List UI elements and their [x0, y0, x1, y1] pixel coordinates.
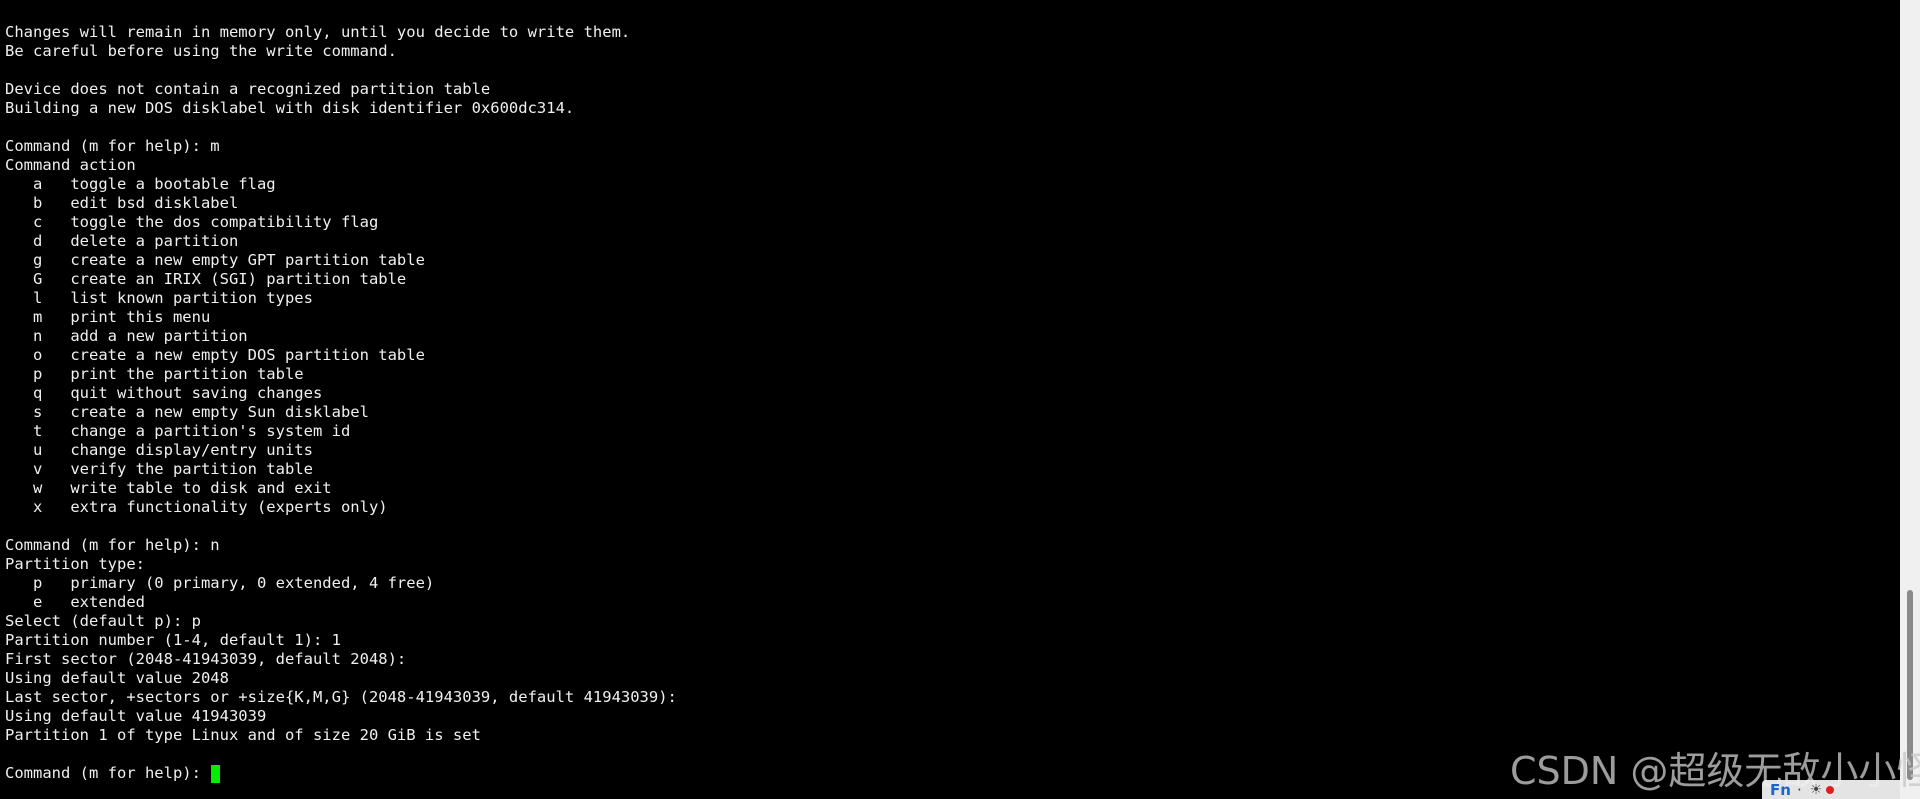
command-prompt: Command (m for help): [5, 764, 211, 782]
terminal-line: o create a new empty DOS partition table [5, 346, 425, 364]
terminal-line: w write table to disk and exit [5, 479, 332, 497]
terminal-line: n add a new partition [5, 327, 248, 345]
terminal-line: Last sector, +sectors or +size{K,M,G} (2… [5, 688, 677, 706]
terminal-window[interactable]: Changes will remain in memory only, unti… [0, 0, 1900, 799]
terminal-line: Using default value 41943039 [5, 707, 267, 725]
scrollbar-thumb[interactable] [1907, 590, 1913, 780]
command-prompt-line[interactable]: Command (m for help): [5, 764, 677, 783]
terminal-line: u change display/entry units [5, 441, 313, 459]
ime-separator: · [1796, 780, 1802, 799]
vertical-scrollbar[interactable] [1900, 0, 1920, 799]
terminal-line: l list known partition types [5, 289, 313, 307]
terminal-line: x extra functionality (experts only) [5, 498, 388, 516]
terminal-line: e extended [5, 593, 145, 611]
terminal-line: Device does not contain a recognized par… [5, 80, 491, 98]
terminal-line: p print the partition table [5, 365, 304, 383]
terminal-line: Select (default p): p [5, 612, 201, 630]
terminal-line: G create an IRIX (SGI) partition table [5, 270, 407, 288]
terminal-line: Command (m for help): m [5, 137, 220, 155]
terminal-line: v verify the partition table [5, 460, 313, 478]
terminal-line: Be careful before using the write comman… [5, 42, 397, 60]
terminal-line: Command (m for help): n [5, 536, 220, 554]
text-cursor [211, 764, 221, 783]
terminal-line: m print this menu [5, 308, 211, 326]
terminal-output: Changes will remain in memory only, unti… [5, 23, 677, 783]
terminal-line: a toggle a bootable flag [5, 175, 276, 193]
terminal-line: Command action [5, 156, 136, 174]
terminal-line: First sector (2048-41943039, default 204… [5, 650, 407, 668]
terminal-line: p primary (0 primary, 0 extended, 4 free… [5, 574, 435, 592]
terminal-line: g create a new empty GPT partition table [5, 251, 425, 269]
terminal-line: Partition 1 of type Linux and of size 20… [5, 726, 481, 744]
terminal-line: b edit bsd disklabel [5, 194, 239, 212]
terminal-line: t change a partition's system id [5, 422, 351, 440]
terminal-line: Partition number (1-4, default 1): 1 [5, 631, 341, 649]
terminal-line: Changes will remain in memory only, unti… [5, 23, 631, 41]
notification-badge-icon [1826, 785, 1835, 794]
ime-toolbar[interactable]: Fn · ☀ [1762, 780, 1900, 799]
terminal-line: c toggle the dos compatibility flag [5, 213, 379, 231]
terminal-line: q quit without saving changes [5, 384, 323, 402]
terminal-line: s create a new empty Sun disklabel [5, 403, 369, 421]
ime-language-indicator[interactable]: Fn [1770, 781, 1791, 799]
terminal-line: d delete a partition [5, 232, 239, 250]
half-width-icon[interactable]: ☀ [1810, 782, 1823, 798]
terminal-line: Building a new DOS disklabel with disk i… [5, 99, 575, 117]
terminal-line: Partition type: [5, 555, 145, 573]
terminal-line: Using default value 2048 [5, 669, 229, 687]
